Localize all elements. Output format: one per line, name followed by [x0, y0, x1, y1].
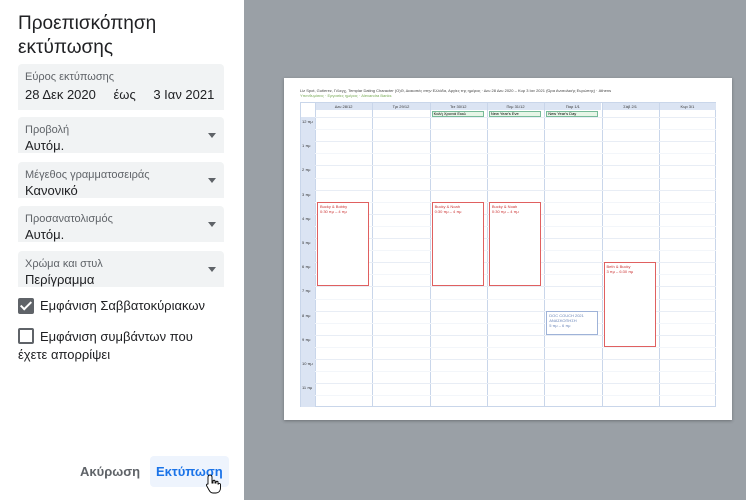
hour-label: 1 πμ [302, 143, 311, 149]
print-preview-area: Liz Spot, Gutierez, Γέλεγχ, Templar Dati… [244, 0, 746, 500]
half-hour-line [315, 395, 716, 397]
chevron-down-icon [208, 178, 216, 183]
event-time: 5 πμ – 6 πμ [549, 322, 571, 328]
chevron-down-icon [208, 267, 216, 272]
event-time: 0:30 πμ – 4 πμ [491, 208, 519, 214]
calendar-event: Bucky & Noah 0:30 πμ – 4 πμ [431, 201, 484, 287]
half-hour-line [315, 153, 716, 155]
event-time: 0:30 πμ – 4 πμ [434, 208, 462, 214]
hour-label: 5 πμ [302, 240, 311, 245]
preview-page: Liz Spot, Gutierez, Γέλεγχ, Templar Dati… [284, 78, 732, 420]
event-time: 0:30 πμ – 4 πμ [320, 208, 347, 214]
hour-line [315, 165, 716, 167]
hour-label: 12 πμ [302, 119, 313, 124]
day-header: Δευ 28/12 [315, 103, 373, 110]
half-hour-line [315, 322, 716, 324]
day-divider [486, 103, 488, 406]
view-select[interactable]: Προβολή Αυτόμ. [18, 117, 224, 153]
day-divider [429, 103, 431, 406]
cancel-button[interactable]: Ακύρωση [74, 456, 146, 487]
view-label: Προβολή [25, 124, 70, 136]
hour-line [315, 286, 716, 288]
legend-line-2: Υπενθυμίσεις · Εργασίες ημέρας · Alexand… [300, 93, 392, 98]
hour-label: 2 πμ [302, 167, 311, 173]
hour-label: 8 πμ [302, 312, 311, 318]
font-size-value: Κανονικό [25, 183, 78, 198]
show-declined-option[interactable]: Εμφάνιση συμβάντων που έχετε απορρίψει [18, 328, 228, 364]
view-value: Αυτόμ. [25, 138, 65, 153]
show-weekends-checkbox[interactable] [18, 298, 34, 314]
day-header: Παρ 1/1 [544, 103, 602, 110]
event-title: DOC COUCH 2021 ΑΝΑΣΚΟΠΗΣΗ [549, 312, 584, 323]
font-size-select[interactable]: Μέγεθος γραμματοσειράς Κανονικό [18, 162, 224, 198]
day-divider [315, 103, 316, 406]
day-header: Τρι 29/12 [372, 103, 430, 110]
color-style-value: Περίγραμμα [25, 272, 95, 287]
hour-line [315, 334, 716, 336]
day-divider [601, 103, 603, 406]
calendar-event: DOC COUCH 2021 ΑΝΑΣΚΟΠΗΣΗ 5 πμ – 6 πμ [546, 310, 599, 335]
orientation-value: Αυτόμ. [25, 227, 65, 242]
color-style-label: Χρώμα και στυλ [25, 258, 103, 270]
week-grid: Δευ 28/12 Τρι 29/12 Τετ 30/12 Πεμ 31/12 Παρ … [300, 102, 717, 407]
hour-label: 10 πμ [302, 361, 313, 366]
show-declined-checkbox[interactable] [18, 328, 34, 344]
calendar-event: Bucky & Bobby 0:30 πμ – 4 πμ [317, 201, 370, 287]
hour-label: 9 πμ [302, 336, 311, 342]
day-header: Πεμ 31/12 [486, 103, 545, 110]
hour-line [315, 310, 716, 312]
chevron-down-icon [208, 133, 216, 138]
half-hour-line [315, 346, 716, 348]
hour-label: 7 πμ [302, 288, 311, 294]
half-hour-line [315, 177, 716, 179]
hour-line [315, 189, 716, 191]
event-time: 3 πμ – 6:30 πμ [606, 269, 634, 275]
show-declined-label: Εμφάνιση συμβάντων που έχετε απορρίψει [18, 329, 193, 362]
print-range-field[interactable]: Εύρος εκτύπωσης 28 Δεκ 2020 έως 3 Ιαν 20… [18, 64, 224, 110]
day-divider [658, 103, 660, 406]
hour-line [315, 359, 716, 360]
font-size-label: Μέγεθος γραμματοσειράς [25, 169, 150, 181]
range-to-input[interactable]: 3 Ιαν 2021 [153, 87, 214, 102]
range-from-input[interactable]: 28 Δεκ 2020 [25, 87, 96, 102]
half-hour-line [315, 298, 716, 300]
show-weekends-option[interactable]: Εμφάνιση Σαββατοκύριακων [18, 298, 228, 316]
orientation-label: Προσανατολισμός [25, 213, 113, 225]
day-header: Κυρ 3/1 [658, 103, 717, 110]
show-weekends-label: Εμφάνιση Σαββατοκύριακων [40, 298, 205, 313]
calendar-legend: Liz Spot, Gutierez, Γέλεγχ, Templar Dati… [300, 88, 726, 100]
print-range-values: 28 Δεκ 2020 έως 3 Ιαν 2021 [25, 87, 214, 102]
page-title: Προεπισκόπηση εκτύπωσης [18, 13, 157, 58]
hour-label: 4 πμ [302, 215, 311, 221]
chevron-down-icon [208, 222, 216, 227]
day-header: Τετ 30/12 [429, 103, 487, 110]
half-hour-line [315, 129, 716, 131]
calendar-event: Bucky & Noah 0:30 πμ – 4 πμ [488, 201, 542, 287]
day-divider [544, 103, 546, 406]
print-range-label: Εύρος εκτύπωσης [25, 71, 115, 83]
calendar-event: Beth & Bucky 3 πμ – 6:30 πμ [603, 262, 656, 347]
half-hour-line [315, 371, 716, 373]
hour-label: 6 πμ [302, 264, 311, 270]
hour-label: 11 πμ [302, 385, 313, 391]
hand-cursor-icon [205, 474, 221, 494]
day-header: Σάβ 2/1 [601, 103, 659, 110]
hour-line [315, 141, 716, 143]
range-separator: έως [113, 87, 136, 102]
day-divider [372, 103, 374, 406]
print-settings-panel: Προεπισκόπηση εκτύπωσης Εύρος εκτύπωσης … [0, 0, 244, 500]
orientation-select[interactable]: Προσανατολισμός Αυτόμ. [18, 206, 224, 242]
hour-label: 3 πμ [302, 191, 311, 197]
hour-line [315, 117, 716, 118]
color-style-select[interactable]: Χρώμα και στυλ Περίγραμμα [18, 251, 224, 287]
hour-line [315, 383, 716, 385]
